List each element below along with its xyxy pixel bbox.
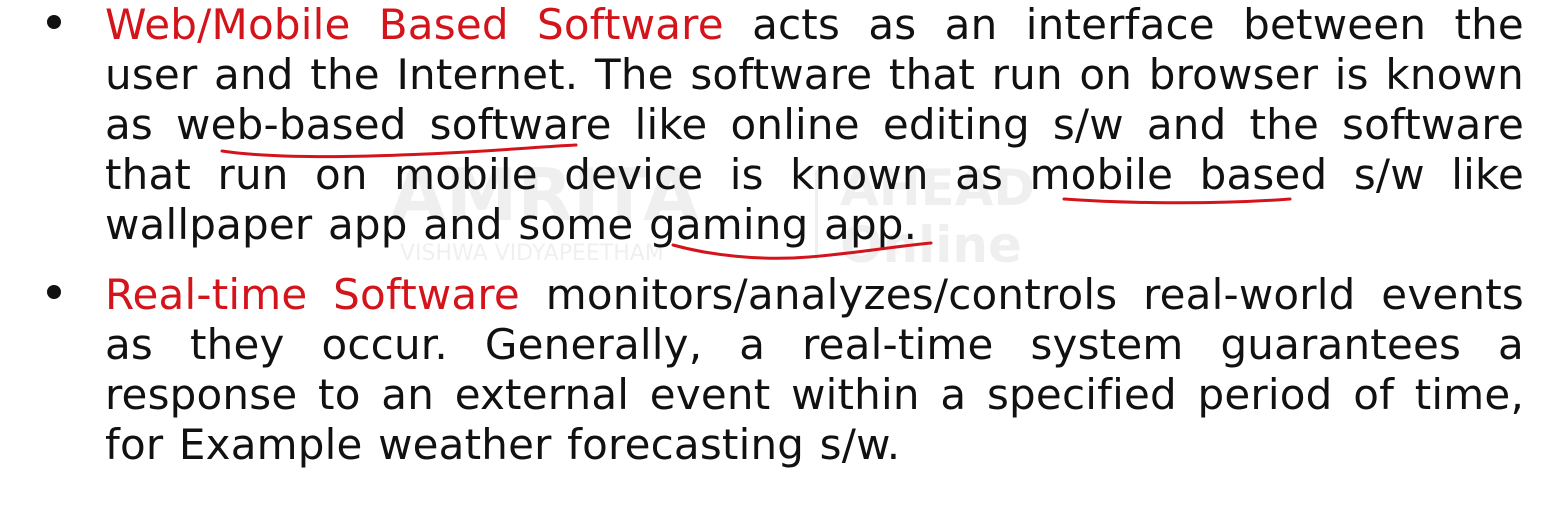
bullet-list: Web/Mobile Based Software acts as an int… — [44, 0, 1524, 490]
annotated-phrase-gaming-app: gaming app — [649, 200, 933, 260]
bullet-icon — [47, 15, 61, 29]
term-web-mobile: Web/Mobile Based Software — [105, 0, 724, 49]
term-real-time: Real-time Software — [105, 270, 520, 319]
annotated-phrase-web-based: web-based software — [176, 100, 612, 159]
paragraph-text: . — [903, 200, 918, 249]
bullet-icon — [47, 285, 61, 299]
annotated-text: mobile based — [1029, 150, 1328, 199]
bullet-item-web-mobile: Web/Mobile Based Software acts as an int… — [44, 0, 1524, 260]
annotated-text: web-based software — [176, 100, 612, 149]
bullet-item-real-time: Real-time Software monitors/analyzes/con… — [44, 270, 1524, 470]
annotated-phrase-mobile-based: mobile based — [1029, 150, 1328, 205]
bullet-paragraph: Real-time Software monitors/analyzes/con… — [105, 270, 1524, 470]
bullet-paragraph: Web/Mobile Based Software acts as an int… — [105, 0, 1524, 260]
annotated-text: gaming app — [649, 200, 904, 249]
